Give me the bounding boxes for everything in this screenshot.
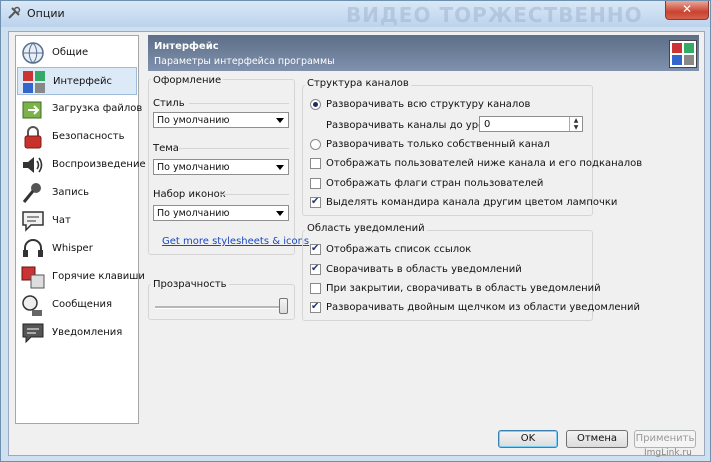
chevron-down-icon xyxy=(276,211,284,216)
style-label: Стиль xyxy=(153,98,185,109)
notifications-icon xyxy=(22,323,44,344)
iconset-select[interactable]: По умолчанию xyxy=(153,205,289,221)
speaker-icon xyxy=(23,157,43,173)
tray-group-label: Область уведомлений xyxy=(305,223,427,234)
sidebar: Общие Интерфейс Загрузка файлов Безопасн… xyxy=(15,35,146,424)
minimize-to-tray-label: Сворачивать в область уведомлений xyxy=(326,264,522,275)
show-users-below-checkbox[interactable] xyxy=(310,158,321,169)
sidebar-item-interface[interactable]: Интерфейс xyxy=(17,67,137,95)
sidebar-item-label: Горячие клавиши xyxy=(52,271,145,282)
transparency-label: Прозрачность xyxy=(151,279,229,290)
close-button[interactable]: ✕ xyxy=(665,1,709,20)
close-icon: ✕ xyxy=(681,2,693,16)
show-flags-checkbox[interactable] xyxy=(310,178,321,189)
restore-dblclick-checkbox[interactable] xyxy=(310,301,321,313)
transparency-slider-thumb[interactable] xyxy=(279,298,288,314)
theme-label: Тема xyxy=(153,143,179,154)
page-subtitle: Параметры интерфейса программы xyxy=(154,56,335,67)
divider xyxy=(219,194,289,195)
page-header: Интерфейс Параметры интерфейса программы xyxy=(148,35,699,71)
restore-dblclick-label: Разворачивать двойным щелчком из области… xyxy=(326,302,641,313)
show-users-below-label: Отображать пользователей ниже канала и е… xyxy=(326,158,643,169)
theme-select[interactable]: По умолчанию xyxy=(153,159,289,175)
divider xyxy=(179,148,289,149)
spin-down-icon[interactable]: ▼ xyxy=(569,124,582,131)
chevron-down-icon xyxy=(276,118,284,123)
palette-icon xyxy=(23,71,45,93)
sidebar-item-label: Общие xyxy=(52,47,89,58)
chevron-down-icon xyxy=(276,165,284,170)
sidebar-item-general[interactable]: Общие xyxy=(17,39,137,67)
depth-value: 0 xyxy=(484,119,491,130)
iconset-select-value: По умолчанию xyxy=(157,208,230,219)
cancel-button[interactable]: Отмена xyxy=(566,430,628,448)
style-select-value: По умолчанию xyxy=(157,115,230,126)
sidebar-item-chat[interactable]: Чат xyxy=(17,207,137,235)
sidebar-item-label: Чат xyxy=(52,215,71,226)
hotkeys-icon xyxy=(21,266,45,289)
highlight-commander-label: Выделять командира канала другим цветом … xyxy=(326,197,618,208)
expand-all-radio[interactable] xyxy=(310,99,321,110)
theme-select-value: По умолчанию xyxy=(157,162,230,173)
channel-structure-label: Структура каналов xyxy=(305,78,411,89)
expand-all-label: Разворачивать всю структуру каналов xyxy=(326,99,531,110)
microphone-icon xyxy=(22,183,41,203)
depth-spinbox[interactable]: 0 ▲ ▼ xyxy=(479,116,583,132)
sidebar-item-label: Запись xyxy=(52,187,89,198)
ok-button[interactable]: OK xyxy=(498,430,558,448)
sidebar-item-notifications[interactable]: Уведомления xyxy=(17,319,137,347)
dialog-body: Общие Интерфейс Загрузка файлов Безопасн… xyxy=(8,31,705,456)
more-stylesheets-link[interactable]: Get more stylesheets & icons xyxy=(162,236,309,247)
sidebar-item-label: Whisper xyxy=(52,243,93,254)
show-flags-label: Отображать флаги стран пользователей xyxy=(326,178,544,189)
design-group-label: Оформление xyxy=(151,75,224,86)
expand-own-radio[interactable] xyxy=(310,139,321,150)
sidebar-item-label: Сообщения xyxy=(52,299,113,310)
page-title: Интерфейс xyxy=(154,41,219,52)
headset-icon xyxy=(23,239,43,257)
sidebar-item-label: Уведомления xyxy=(52,327,123,338)
apply-button[interactable]: Применить xyxy=(634,430,696,448)
expand-own-label: Разворачивать только собственный канал xyxy=(326,139,550,150)
messages-icon xyxy=(22,295,42,316)
sidebar-item-hotkeys[interactable]: Горячие клавиши xyxy=(17,263,145,291)
show-links-checkbox[interactable] xyxy=(310,243,321,255)
window-title: Опции xyxy=(27,7,65,20)
title-bar[interactable]: Опции ВИДЕО ТОРЖЕСТВЕННО ✕ xyxy=(1,1,710,27)
iconset-label: Набор иконок xyxy=(153,189,226,200)
style-select[interactable]: По умолчанию xyxy=(153,112,289,128)
background-watermark: ВИДЕО ТОРЖЕСТВЕННО xyxy=(346,3,643,27)
sidebar-item-messages[interactable]: Сообщения xyxy=(17,291,137,319)
sidebar-item-label: Интерфейс xyxy=(53,76,113,87)
file-transfer-icon xyxy=(22,101,42,119)
minimize-to-tray-checkbox[interactable] xyxy=(310,263,321,275)
sidebar-item-label: Безопасность xyxy=(52,131,125,142)
sidebar-item-label: Воспроизведение xyxy=(52,159,146,170)
sidebar-item-playback[interactable]: Воспроизведение xyxy=(17,151,146,179)
sidebar-item-label: Загрузка файлов xyxy=(52,103,143,114)
show-links-label: Отображать список ссылок xyxy=(326,244,472,255)
lock-icon xyxy=(24,126,42,149)
tools-icon xyxy=(8,6,21,19)
options-window: Опции ВИДЕО ТОРЖЕСТВЕННО ✕ Общие Интерфе… xyxy=(0,0,711,462)
sidebar-item-recording[interactable]: Запись xyxy=(17,179,137,207)
globe-icon xyxy=(22,42,44,64)
palette-icon xyxy=(669,40,697,68)
transparency-slider-track xyxy=(155,306,288,309)
divider xyxy=(189,103,289,104)
sidebar-item-file-transfer[interactable]: Загрузка файлов xyxy=(17,95,142,123)
close-to-tray-label: При закрытии, сворачивать в область увед… xyxy=(326,283,601,294)
sidebar-item-whisper[interactable]: Whisper xyxy=(17,235,137,263)
close-to-tray-checkbox[interactable] xyxy=(310,283,321,294)
spin-up-icon[interactable]: ▲ xyxy=(569,117,582,124)
chat-icon xyxy=(22,211,44,232)
sidebar-item-security[interactable]: Безопасность xyxy=(17,123,137,151)
highlight-commander-checkbox[interactable] xyxy=(310,196,321,208)
watermark-text: ImgLink.ru xyxy=(644,448,692,458)
